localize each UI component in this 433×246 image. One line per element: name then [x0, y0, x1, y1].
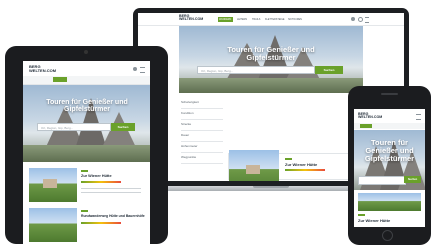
nav-wandern[interactable]: WANDERN	[219, 18, 231, 21]
phone-search-input[interactable]	[358, 176, 406, 185]
logo-bottom-text: WELTEN.COM	[29, 67, 57, 73]
laptop-card-title[interactable]: Zur Wiener Hütte	[285, 162, 317, 167]
tablet-card2-title[interactable]: Rundwanderweg Hütte und Bauernhöfe	[81, 214, 147, 218]
phone-hero-title: Touren für Genießer und Gipfelstürmer	[356, 139, 423, 163]
house-shape	[43, 179, 57, 188]
tablet-tab-active[interactable]	[53, 77, 67, 82]
phone-device: BERG WELTEN.COM Touren für Genießer und …	[348, 86, 431, 245]
meadow	[179, 78, 363, 93]
laptop-search-input[interactable]: Ort, Region, Gip, Berg...	[197, 66, 315, 74]
filter-elevation[interactable]: Höhenmeter	[181, 144, 223, 153]
house-shape	[246, 165, 260, 174]
phone-hero: Touren für Genießer und Gipfelstürmer Su…	[354, 130, 425, 190]
tablet-logo[interactable]: BERG WELTEN.COM	[29, 65, 56, 72]
phone-speaker	[381, 93, 398, 95]
user-icon[interactable]	[133, 67, 137, 71]
laptop-search-button[interactable]: Suchen	[315, 66, 343, 74]
phone-screen: BERG WELTEN.COM Touren für Genießer und …	[354, 109, 425, 227]
difficulty-bar	[81, 222, 121, 224]
laptop-header: BERG WELTEN.COM WANDERN LEITERN TRAILS K…	[138, 13, 404, 26]
tablet-tab-bar	[23, 76, 150, 85]
phone-home-button[interactable]	[382, 230, 393, 241]
menu-icon[interactable]	[140, 67, 145, 73]
meta-line	[81, 188, 141, 189]
tablet-card1-badge	[81, 170, 88, 172]
meadow	[23, 145, 150, 162]
difficulty-bar	[285, 169, 325, 171]
menu-icon[interactable]	[416, 114, 421, 120]
nav-klettersteige[interactable]: KLETTERSTEIGE	[265, 18, 285, 21]
laptop-filter-panel: Schwierigkeit Kondition Strecke Dauer Hö…	[179, 98, 225, 178]
laptop-hero-title: Touren für Genießer und Gipfelstürmer	[219, 46, 323, 62]
meta-line	[81, 192, 141, 193]
tablet-card2-badge	[81, 210, 88, 212]
filter-duration[interactable]: Dauer	[181, 133, 223, 142]
phone-tab-active[interactable]	[360, 124, 372, 128]
laptop-logo[interactable]: BERG WELTEN.COM	[179, 14, 204, 22]
laptop-base-notch	[253, 186, 289, 188]
tablet-hero: Touren für Genießer und Gipfelstürmer Or…	[23, 85, 150, 162]
phone-search-button[interactable]: Suchen	[404, 176, 421, 183]
search-icon[interactable]	[358, 17, 363, 22]
logo-bottom-text: WELTEN.COM	[179, 17, 204, 22]
difficulty-bar	[81, 181, 121, 183]
nav-trails[interactable]: TRAILS	[252, 18, 260, 21]
filter-distance[interactable]: Strecke	[181, 122, 223, 131]
filter-difficulty[interactable]: Schwierigkeit	[181, 100, 223, 109]
laptop-card-badge	[285, 158, 292, 160]
phone-logo[interactable]: BERG WELTEN.COM	[358, 112, 383, 120]
phone-card-image	[358, 193, 421, 211]
menu-icon[interactable]	[365, 17, 369, 23]
filter-condition[interactable]: Kondition	[181, 111, 223, 120]
tablet-device: BERG WELTEN.COM Touren für Genießer und …	[5, 46, 168, 244]
laptop-hero: Touren für Genießer und Gipfelstürmer Or…	[179, 26, 363, 93]
tablet-search-input[interactable]: Ort, Region, Gip, Berg...	[37, 123, 111, 131]
hero-title-line2: Gipfelstürmer	[246, 52, 296, 62]
hero-title-line3: Gipfelstürmer	[364, 153, 415, 163]
tablet-screen: BERG WELTEN.COM Touren für Genießer und …	[23, 61, 150, 244]
tablet-hero-title: Touren für Genießer und Gipfelstürmer	[37, 99, 137, 114]
user-icon[interactable]	[351, 17, 355, 21]
hero-title-line2: Gipfelstürmer	[64, 106, 110, 114]
filter-waypoints[interactable]: Wegpunkte	[181, 155, 223, 164]
phone-card-title[interactable]: Zur Wiener Hütte	[358, 218, 390, 223]
logo-bottom-text: WELTEN.COM	[358, 115, 383, 120]
nav-skitouren[interactable]: SKITOUREN	[288, 18, 302, 21]
nav-leitern[interactable]: LEITERN	[237, 18, 247, 21]
tablet-camera	[84, 50, 88, 54]
tablet-search-button[interactable]: Suchen	[111, 123, 135, 131]
tablet-card1-title[interactable]: Zur Wiener Hütte	[81, 174, 112, 178]
phone-card-badge	[358, 214, 365, 216]
tablet-card2-image	[29, 208, 77, 242]
